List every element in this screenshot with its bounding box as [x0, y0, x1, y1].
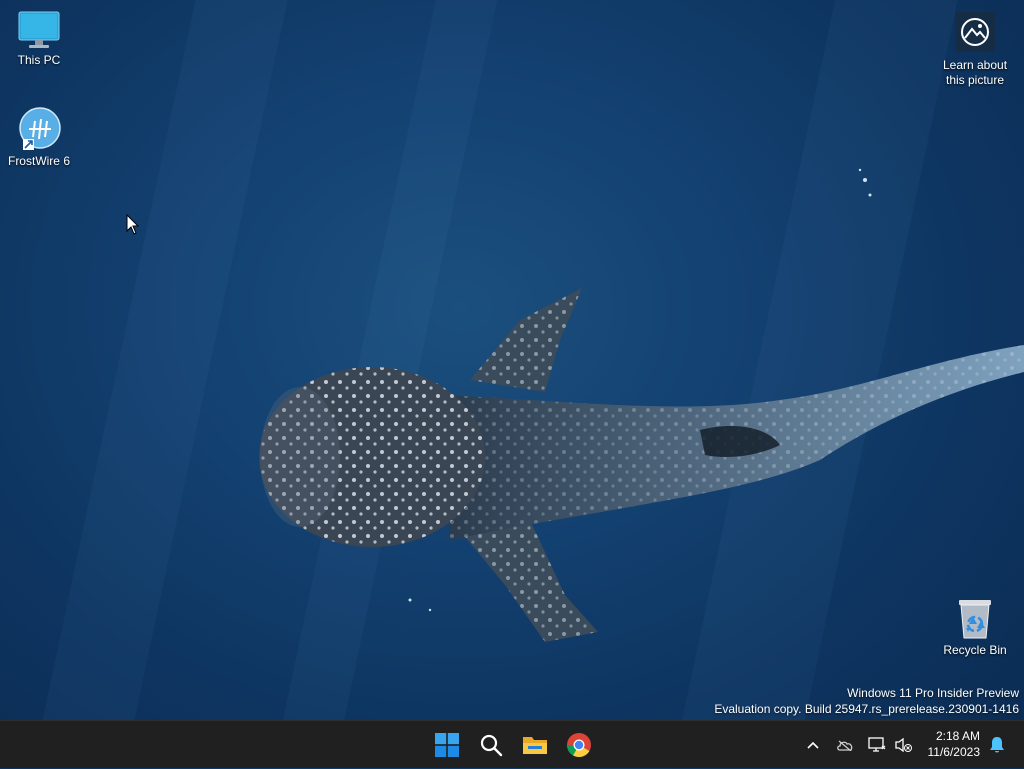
- this-pc-label: This PC: [17, 53, 61, 67]
- desktop-icon-recycle-bin[interactable]: Recycle Bin: [937, 598, 1013, 658]
- desktop-icon-this-pc[interactable]: This PC: [1, 10, 77, 68]
- onedrive-icon: [837, 740, 853, 751]
- search-button[interactable]: [475, 729, 507, 761]
- frostwire-label: FrostWire 6: [7, 154, 70, 168]
- search-icon: [480, 734, 503, 757]
- recycle-bin-icon: [959, 600, 991, 639]
- camera-icon: [955, 12, 995, 52]
- taskbar-clock[interactable]: 2:18 AM 11/6/2023: [928, 728, 981, 760]
- file-explorer-button[interactable]: [519, 729, 551, 761]
- desktop-icon-frostwire[interactable]: FrostWire 6: [1, 107, 77, 169]
- wallpaper-whale-shark: [259, 168, 1024, 642]
- notification-bell-icon: [990, 737, 1004, 753]
- volume-muted-icon: [895, 737, 912, 753]
- watermark-edition: Windows 11 Pro Insider Preview: [847, 686, 1019, 700]
- onedrive-tray-button[interactable]: [834, 721, 856, 769]
- network-icon: [868, 737, 886, 752]
- clock-time: 2:18 AM: [935, 729, 980, 743]
- monitor-icon: [18, 11, 60, 48]
- learn-label-line1: Learn about: [942, 58, 1008, 72]
- taskbar: 2:18 AM 11/6/2023: [0, 720, 1024, 768]
- network-tray-button[interactable]: [866, 721, 888, 769]
- desktop-icon-learn-about-picture[interactable]: Learn about this picture: [937, 12, 1013, 88]
- chrome-button[interactable]: [563, 729, 595, 761]
- learn-label-line2: this picture: [945, 73, 1005, 87]
- notification-center-button[interactable]: [986, 721, 1008, 769]
- watermark-build: Evaluation copy. Build 25947.rs_prerelea…: [714, 702, 1019, 716]
- clock-date: 11/6/2023: [927, 745, 981, 759]
- file-explorer-icon: [523, 737, 547, 754]
- mouse-cursor-icon: [126, 214, 140, 235]
- show-hidden-icons-button[interactable]: [803, 721, 823, 769]
- desktop[interactable]: This PC FrostWire 6 Learn about this pic…: [0, 0, 1024, 720]
- windows-watermark: Windows 11 Pro Insider Preview Evaluatio…: [714, 685, 1019, 717]
- chevron-up-icon: [807, 741, 819, 749]
- start-icon: [435, 733, 459, 757]
- chrome-icon: [567, 733, 591, 758]
- volume-tray-button[interactable]: [892, 721, 914, 769]
- recycle-bin-label: Recycle Bin: [943, 643, 1007, 657]
- start-button[interactable]: [431, 729, 463, 761]
- frostwire-icon: [19, 107, 61, 150]
